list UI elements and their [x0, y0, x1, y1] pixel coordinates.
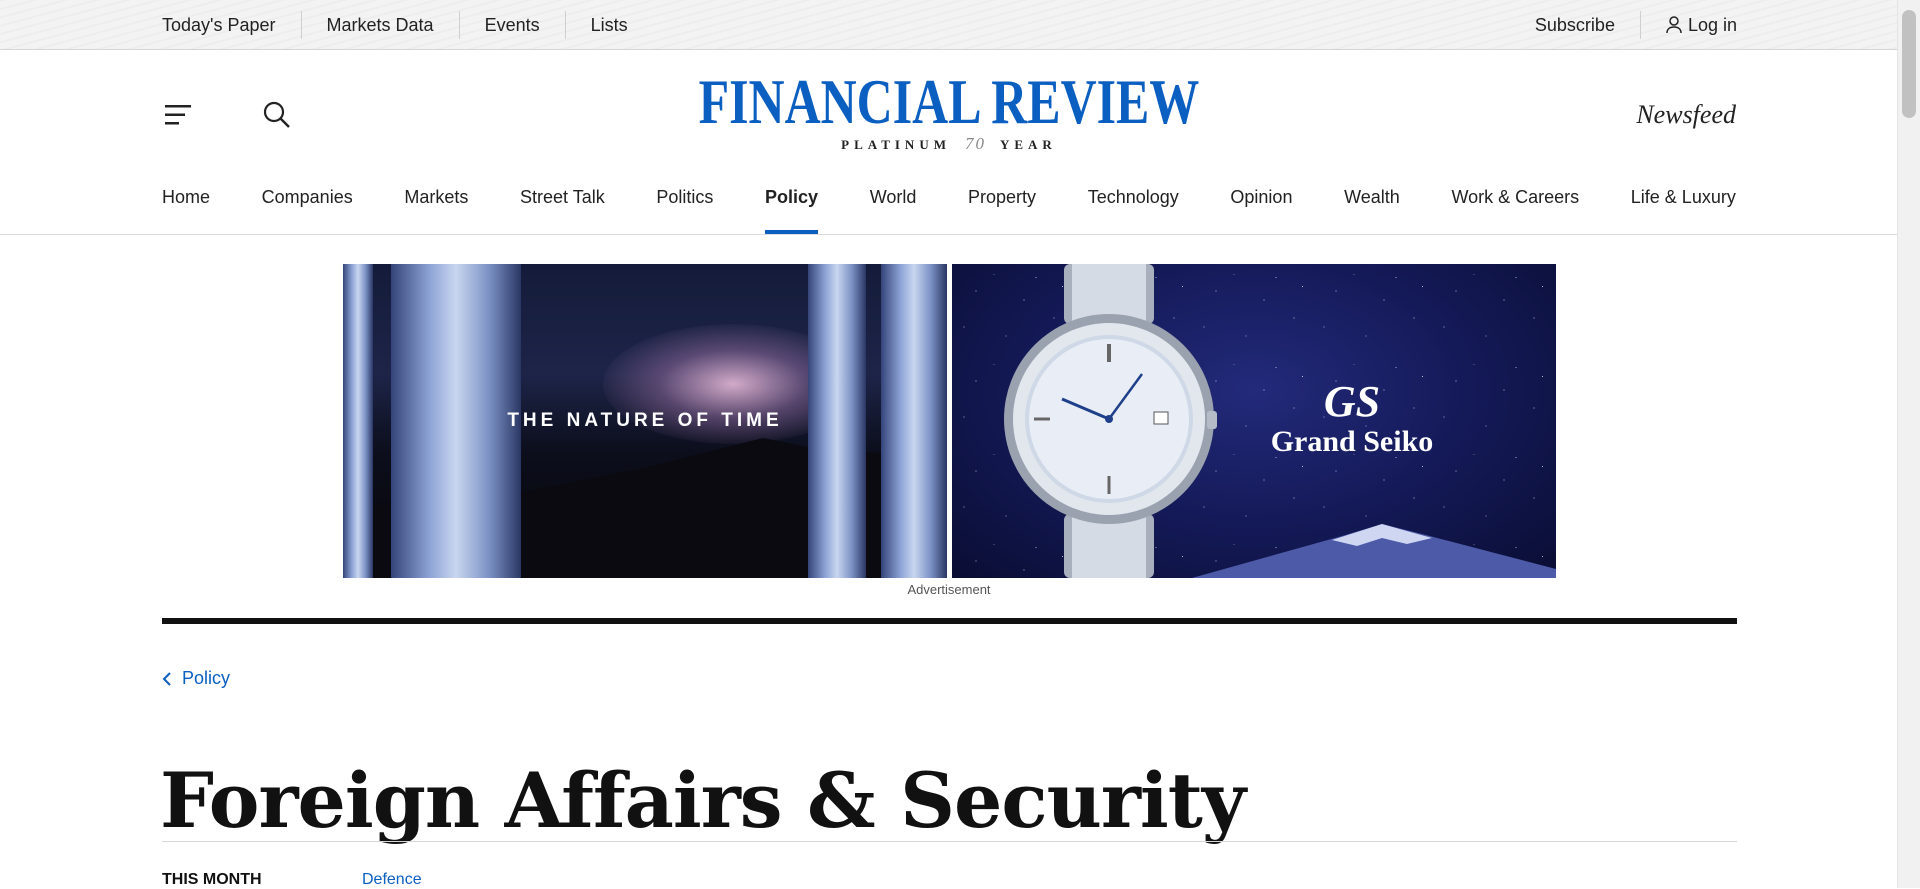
main-nav: Home Companies Markets Street Talk Polit… — [162, 184, 1736, 234]
breadcrumb[interactable]: Policy — [162, 668, 230, 689]
gs-name: Grand Seiko — [1270, 425, 1434, 458]
ad-headline: THE NATURE OF TIME — [507, 410, 783, 431]
subscribe-link[interactable]: Subscribe — [1535, 10, 1641, 39]
utility-bar: Today's Paper Markets Data Events Lists … — [0, 0, 1898, 50]
masthead: FINANCIAL REVIEW PLATINUM 70 YEAR Newsfeed… — [0, 50, 1898, 235]
logo-tagline: PLATINUM 70 YEAR — [0, 134, 1898, 154]
breadcrumb-label: Policy — [182, 668, 231, 688]
lists-link[interactable]: Lists — [564, 10, 653, 39]
tagline-platinum: PLATINUM — [841, 137, 951, 152]
ad-label: Advertisement — [907, 582, 991, 597]
ad-watch-panel: GS Grand Seiko — [952, 264, 1556, 578]
login-link[interactable]: Log in — [1641, 11, 1737, 39]
page-title: Foreign Affairs & Security — [160, 755, 1246, 845]
nav-wealth[interactable]: Wealth — [1344, 184, 1400, 234]
nav-opinion[interactable]: Opinion — [1230, 184, 1292, 234]
user-icon — [1666, 15, 1682, 33]
this-month-label: THIS MONTH — [162, 871, 262, 888]
site-logo[interactable]: FINANCIAL REVIEW PLATINUM 70 YEAR — [0, 66, 1898, 154]
tagline-year-word: YEAR — [999, 137, 1057, 152]
title-divider — [162, 841, 1737, 842]
gs-mark: GS — [1323, 377, 1381, 426]
grand-seiko-logo: GS Grand Seiko — [1252, 379, 1452, 459]
nav-technology[interactable]: Technology — [1088, 184, 1179, 234]
todays-paper-link[interactable]: Today's Paper — [162, 11, 301, 39]
newsfeed-link[interactable]: Newsfeed — [1636, 100, 1736, 130]
ad-forest-panel: THE NATURE OF TIME — [343, 264, 947, 578]
nav-politics[interactable]: Politics — [656, 184, 713, 234]
nav-work-careers[interactable]: Work & Careers — [1451, 184, 1579, 234]
page-scrollbar[interactable] — [1897, 0, 1920, 888]
nav-world[interactable]: World — [870, 184, 917, 234]
nav-companies[interactable]: Companies — [262, 184, 353, 234]
scrollbar-thumb[interactable] — [1902, 10, 1916, 118]
nav-policy[interactable]: Policy — [765, 184, 819, 234]
nav-markets[interactable]: Markets — [404, 184, 468, 234]
section-divider — [162, 618, 1737, 624]
nav-property[interactable]: Property — [968, 184, 1036, 234]
nav-life-luxury[interactable]: Life & Luxury — [1631, 184, 1736, 234]
advertisement-banner[interactable]: THE NATURE OF TIME GS Grand Seiko — [343, 264, 1556, 578]
nav-home[interactable]: Home — [162, 184, 210, 234]
nav-street-talk[interactable]: Street Talk — [520, 184, 605, 234]
tag-defence-link[interactable]: Defence — [362, 871, 422, 889]
watch-image — [1004, 264, 1217, 578]
account-links: Subscribe Log in — [1535, 0, 1737, 49]
ad-mountain-fuji — [1192, 524, 1556, 578]
utility-links: Today's Paper Markets Data Events Lists — [162, 0, 653, 49]
chevron-left-icon — [162, 671, 171, 686]
markets-data-link[interactable]: Markets Data — [300, 10, 459, 39]
login-label: Log in — [1687, 14, 1737, 35]
events-link[interactable]: Events — [458, 10, 565, 39]
logo-wordmark: FINANCIAL REVIEW — [698, 66, 1200, 137]
